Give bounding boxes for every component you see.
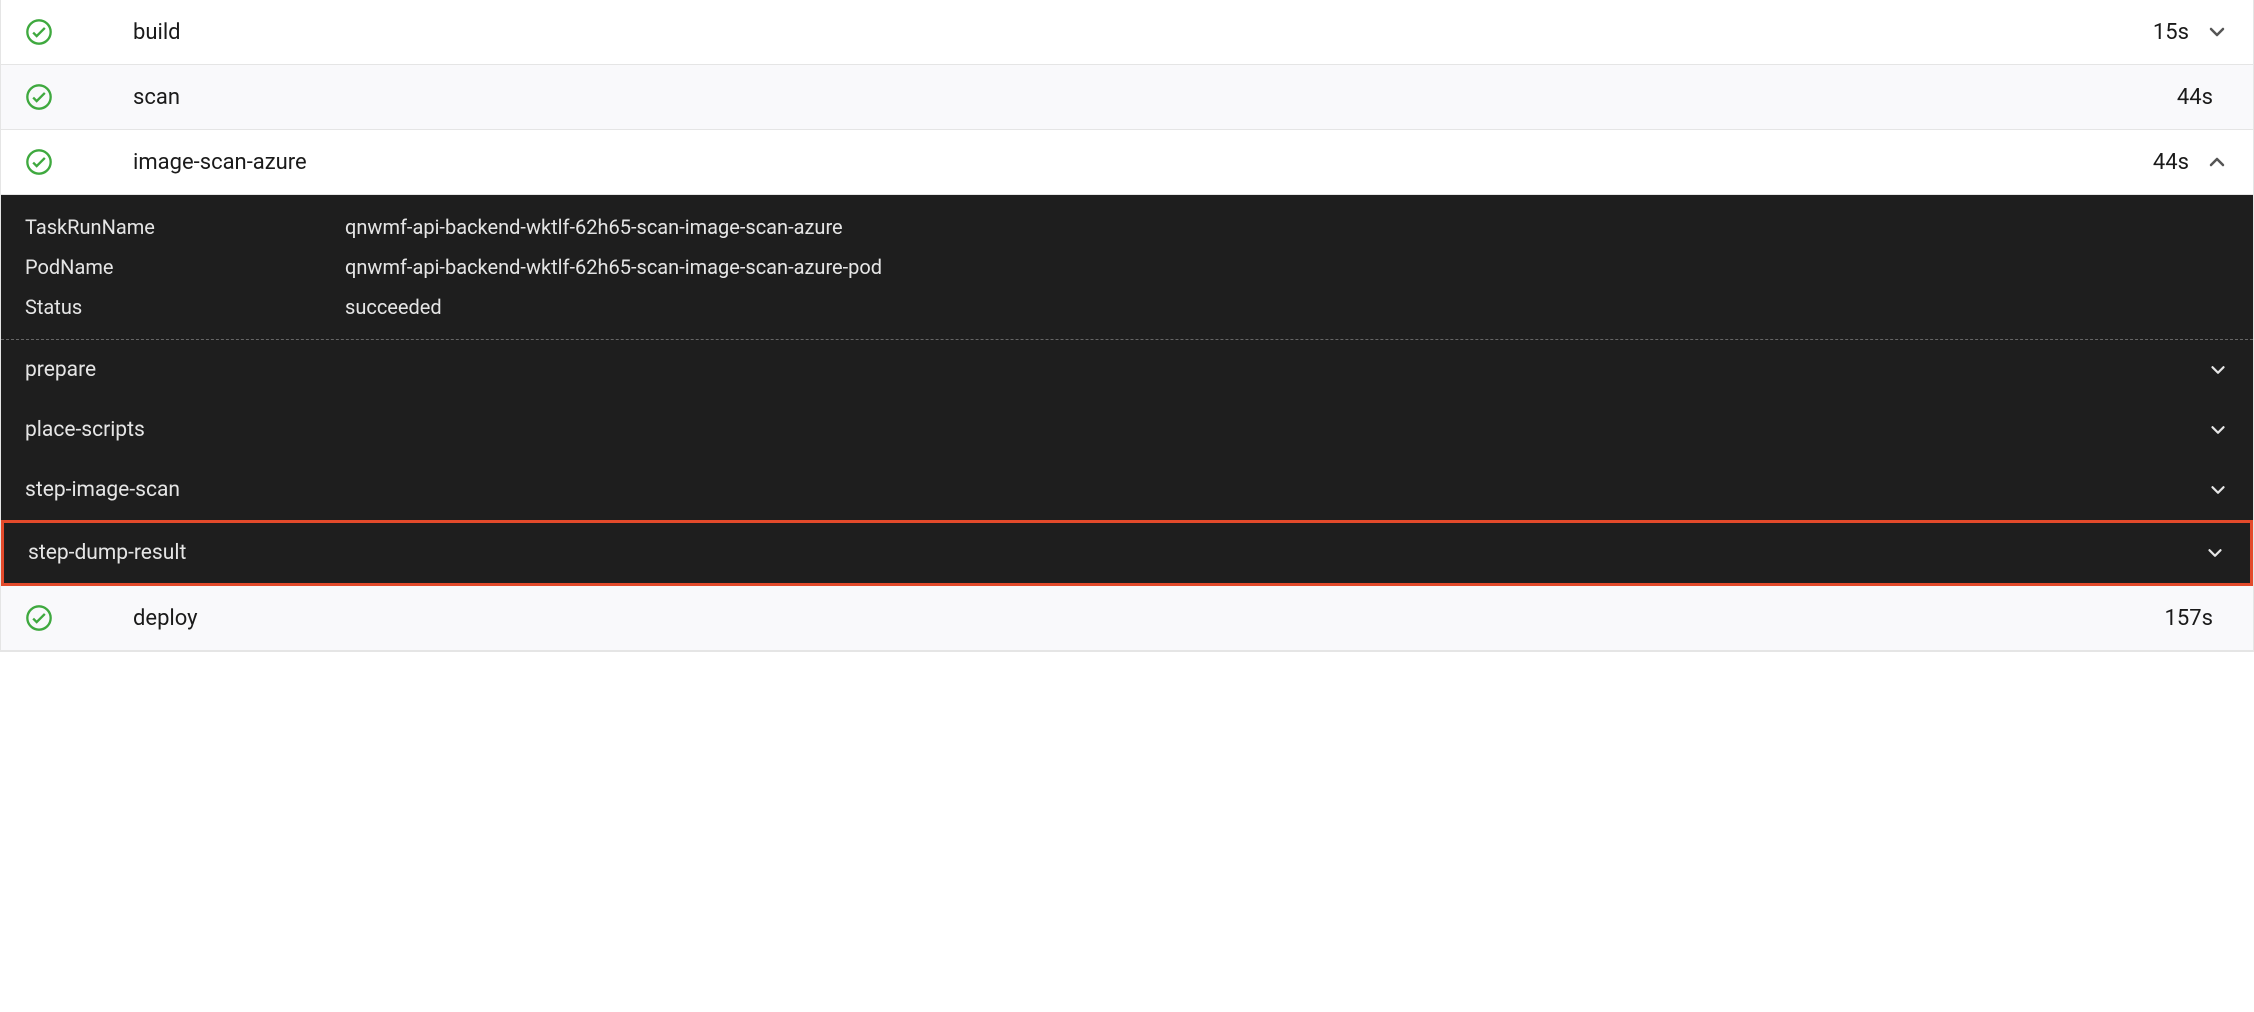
meta-val: qnwmf-api-backend-wktlf-62h65-scan-image… xyxy=(345,255,882,279)
chevron-down-icon xyxy=(2207,419,2229,441)
success-icon xyxy=(25,148,53,176)
meta-key: TaskRunName xyxy=(25,215,345,239)
task-list: build 15s scan 44s image-scan-azure 44s xyxy=(0,0,2254,652)
task-name: scan xyxy=(133,85,2177,110)
chevron-down-icon xyxy=(2207,479,2229,501)
step-name: step-image-scan xyxy=(25,478,180,502)
task-row-image-scan-azure[interactable]: image-scan-azure 44s xyxy=(1,130,2253,195)
step-name: step-dump-result xyxy=(28,541,186,565)
meta-row-podname: PodName qnwmf-api-backend-wktlf-62h65-sc… xyxy=(25,247,2229,287)
task-duration: 15s xyxy=(2153,20,2189,45)
meta-val: succeeded xyxy=(345,295,442,319)
task-details-panel: TaskRunName qnwmf-api-backend-wktlf-62h6… xyxy=(1,195,2253,586)
task-row-build[interactable]: build 15s xyxy=(1,0,2253,65)
task-row-scan[interactable]: scan 44s xyxy=(1,65,2253,130)
success-icon xyxy=(25,18,53,46)
meta-row-taskrunname: TaskRunName qnwmf-api-backend-wktlf-62h6… xyxy=(25,207,2229,247)
task-duration: 44s xyxy=(2177,85,2213,110)
chevron-down-icon xyxy=(2205,20,2229,44)
task-name: image-scan-azure xyxy=(133,150,2153,175)
task-duration: 157s xyxy=(2165,606,2213,631)
chevron-up-icon xyxy=(2205,150,2229,174)
step-name: place-scripts xyxy=(25,418,145,442)
meta-row-status: Status succeeded xyxy=(25,287,2229,327)
success-icon xyxy=(25,83,53,111)
task-row-deploy[interactable]: deploy 157s xyxy=(1,586,2253,651)
task-meta: TaskRunName qnwmf-api-backend-wktlf-62h6… xyxy=(1,195,2253,340)
meta-val: qnwmf-api-backend-wktlf-62h65-scan-image… xyxy=(345,215,843,239)
success-icon xyxy=(25,604,53,632)
task-duration: 44s xyxy=(2153,150,2189,175)
task-name: deploy xyxy=(133,606,2165,631)
meta-key: PodName xyxy=(25,255,345,279)
step-name: prepare xyxy=(25,358,96,382)
step-row-prepare[interactable]: prepare xyxy=(1,340,2253,400)
step-row-step-dump-result[interactable]: step-dump-result xyxy=(1,520,2253,586)
chevron-down-icon xyxy=(2207,359,2229,381)
chevron-down-icon xyxy=(2204,542,2226,564)
step-row-step-image-scan[interactable]: step-image-scan xyxy=(1,460,2253,520)
task-name: build xyxy=(133,20,2153,45)
meta-key: Status xyxy=(25,295,345,319)
step-row-place-scripts[interactable]: place-scripts xyxy=(1,400,2253,460)
